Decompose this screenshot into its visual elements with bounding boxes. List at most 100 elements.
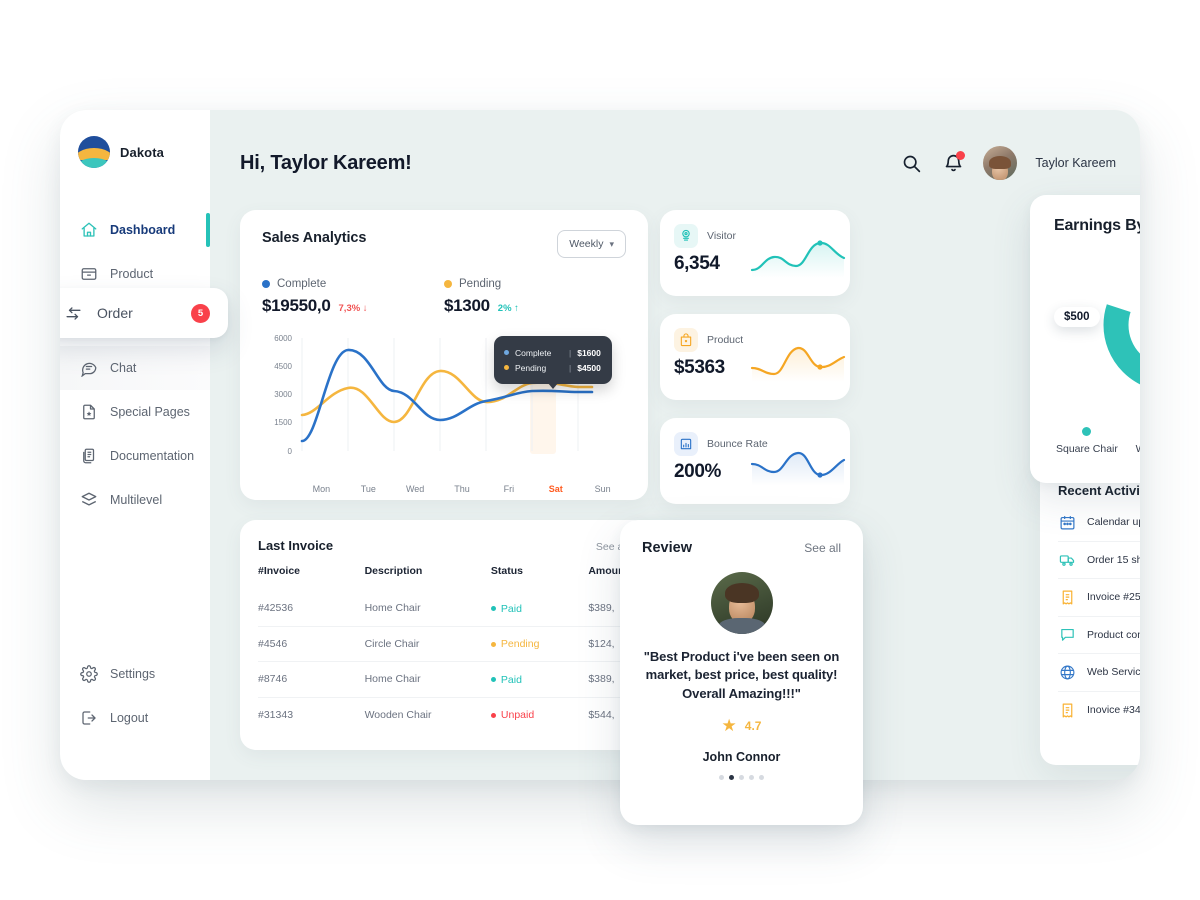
svg-text:4500: 4500 xyxy=(274,362,292,371)
sales-legend: Complete $19550,0 7,3% ↓ Pending $1300 2… xyxy=(262,278,626,316)
chart-tooltip: Complete | $1600 Pending | $4500 xyxy=(494,336,612,389)
legend-dot xyxy=(1082,427,1092,436)
x-tick: Sun xyxy=(594,484,611,494)
earnings-title: Earnings By Item xyxy=(1054,217,1140,234)
chevron-down-icon: ▾ xyxy=(609,238,614,249)
status-badge: Paid xyxy=(490,602,522,615)
carousel-dot[interactable] xyxy=(719,775,724,781)
list-item[interactable]: Calendar updated 3m xyxy=(1058,504,1140,542)
carousel-dot[interactable] xyxy=(739,775,744,781)
star-page-icon xyxy=(80,403,98,421)
avatar[interactable] xyxy=(983,146,1018,180)
carousel-dot-active[interactable] xyxy=(729,775,734,781)
column-header: #Invoice xyxy=(258,565,301,577)
table-row[interactable]: #42536 Home Chair Paid $389, xyxy=(258,591,628,626)
sidebar-item-order[interactable]: Order 5 xyxy=(60,288,228,338)
table-row[interactable]: #31343 Wooden Chair Unpaid $544, xyxy=(258,696,628,732)
sidebar-item-label: Dashboard xyxy=(110,223,176,237)
brand-name: Dakota xyxy=(120,144,164,160)
rating-value: 4.7 xyxy=(744,718,762,733)
invoice-icon xyxy=(1058,588,1076,606)
arrows-exchange-icon xyxy=(64,304,83,323)
x-tick: Thu xyxy=(454,484,470,494)
list-item[interactable]: Inovice #34345 been paid 1hr xyxy=(1058,692,1140,730)
sidebar-item-settings[interactable]: Settings xyxy=(60,652,210,696)
invoice-description: Circle Chair xyxy=(364,625,491,662)
sales-title: Sales Analytics xyxy=(262,230,367,246)
invoice-id: #42536 xyxy=(258,602,294,615)
product-bag-icon xyxy=(674,328,698,352)
x-tick: Mon xyxy=(312,484,331,494)
donut-label-square-chair: $500 xyxy=(1054,307,1100,327)
invoice-icon xyxy=(1058,701,1076,719)
layers-icon xyxy=(80,491,98,509)
list-item[interactable]: Order 15 shipped 5m xyxy=(1058,542,1140,579)
status-badge: Pending xyxy=(490,638,539,650)
reviewer-name: John Connor xyxy=(702,750,781,765)
invoice-id: #31343 xyxy=(258,696,365,732)
invoice-description: Wooden Chair xyxy=(364,696,491,732)
tooltip-divider: | xyxy=(569,362,572,373)
sidebar-item-label: Product xyxy=(110,267,154,281)
sidebar-item-label: Documentation xyxy=(110,449,195,463)
svg-text:6000: 6000 xyxy=(274,334,292,343)
table-row[interactable]: #4546 Circle Chair Pending $124, xyxy=(258,625,628,662)
box-icon xyxy=(80,265,98,283)
order-badge: 5 xyxy=(191,303,210,323)
status-label: Paid xyxy=(500,602,522,615)
chat-bubble-icon xyxy=(80,359,98,377)
legend-delta: 7,3% ↓ xyxy=(338,303,368,314)
sales-line-chart: 6000 4500 3000 1500 0 Complete | $1600 P… xyxy=(262,330,626,480)
stat-card-bounce-rate: Bounce Rate 200% xyxy=(660,418,850,504)
list-item[interactable]: Web Service updated 30m xyxy=(1058,654,1140,692)
sales-analytics-card: Sales Analytics Weekly ▾ Complete $19550… xyxy=(240,210,648,500)
brand: Dakota xyxy=(60,110,210,168)
status-badge: Unpaid xyxy=(490,709,534,721)
range-select-label: Weekly xyxy=(569,238,604,250)
column-header: Description xyxy=(364,565,423,577)
status-label: Paid xyxy=(500,673,522,686)
dakota-wave-logo xyxy=(78,136,110,168)
home-icon xyxy=(80,221,98,239)
search-icon[interactable] xyxy=(899,151,923,175)
review-quote: "Best Product i've been seen on market, … xyxy=(643,649,840,701)
stat-card-visitor: Visitor 6,354 xyxy=(660,210,850,296)
stat-label: Product xyxy=(707,334,744,346)
list-item[interactable]: Invoice #25635 been paid 10m xyxy=(1058,579,1140,617)
legend-dot-pending xyxy=(444,280,452,288)
visitor-sparkline xyxy=(750,240,846,278)
legend-label: Complete xyxy=(277,278,327,290)
list-item[interactable]: Product commented 15m xyxy=(1058,617,1140,654)
stat-cards: Visitor 6,354 Product $5363 Bounce Rate … xyxy=(660,210,850,522)
sidebar-item-documentation[interactable]: Documentation xyxy=(60,434,210,478)
activities-list: Calendar updated 3m Order 15 shipped 5m … xyxy=(1058,504,1140,729)
activities-header: Recent Activities Clear all xyxy=(1058,483,1140,498)
sidebar-item-chat[interactable]: Chat xyxy=(60,346,210,390)
activity-text: Invoice #25635 been paid xyxy=(1087,591,1140,604)
x-tick: Fri xyxy=(503,484,515,494)
legend-pending: Pending $1300 2% ↑ xyxy=(444,278,626,316)
table-row[interactable]: #8746 Home Chair Paid $389, xyxy=(258,661,628,697)
page-title: Hi, Taylor Kareem! xyxy=(240,151,412,174)
stat-label: Visitor xyxy=(707,230,736,242)
bounce-rate-sparkline xyxy=(750,451,846,486)
carousel-dot[interactable] xyxy=(749,775,754,781)
topbar-actions: Taylor Kareem xyxy=(899,146,1116,180)
table-header-row: #Invoice Description Status Amount xyxy=(258,565,628,591)
documents-icon xyxy=(80,447,98,465)
sidebar-item-logout[interactable]: Logout xyxy=(60,696,210,740)
stat-card-product: Product $5363 xyxy=(660,314,850,400)
see-all-link[interactable]: See all xyxy=(804,541,841,555)
review-title: Review xyxy=(642,540,692,556)
status-badge: Paid xyxy=(490,673,522,686)
sidebar-item-label: Settings xyxy=(110,667,156,681)
tooltip-dot-pending xyxy=(504,365,509,370)
sidebar-item-dashboard[interactable]: Dashboard xyxy=(60,208,210,252)
sidebar-item-multilevel[interactable]: Multilevel xyxy=(60,478,210,522)
bell-icon[interactable] xyxy=(941,151,966,175)
sidebar-item-special-pages[interactable]: Special Pages xyxy=(60,390,210,434)
sidebar: Dakota Dashboard Product Chat Special Pa… xyxy=(60,110,210,780)
carousel-dot[interactable] xyxy=(759,775,764,781)
invoice-header: Last Invoice See all xyxy=(258,538,628,553)
range-select[interactable]: Weekly ▾ xyxy=(557,230,626,258)
